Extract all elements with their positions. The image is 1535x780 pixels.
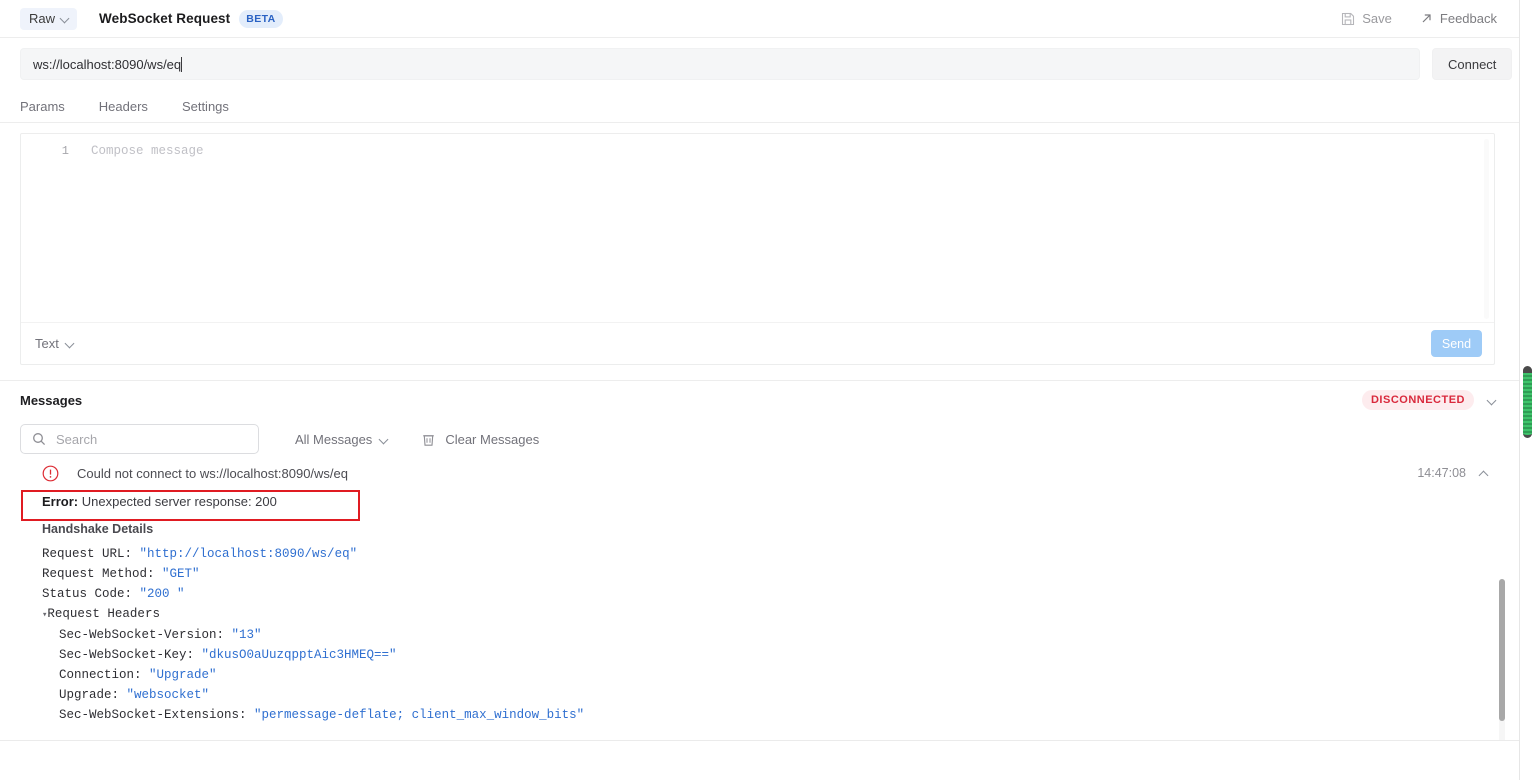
- tab-settings[interactable]: Settings: [182, 99, 229, 114]
- field-value: "200 ": [139, 587, 185, 601]
- field-key: Request URL:: [42, 547, 140, 561]
- message-entry-detail: Error: Unexpected server response: 200 H…: [0, 487, 1519, 725]
- messages-toolbar: Search All Messages Clear Messages: [0, 419, 1519, 459]
- save-button[interactable]: Save: [1341, 11, 1392, 26]
- message-filter-label: All Messages: [295, 431, 373, 447]
- save-label: Save: [1362, 11, 1392, 26]
- trash-icon: [421, 432, 436, 447]
- clear-messages-button[interactable]: Clear Messages: [421, 432, 539, 447]
- connect-button[interactable]: Connect: [1432, 48, 1513, 80]
- header-value: "13": [231, 628, 262, 642]
- header-key: Sec-WebSocket-Key:: [59, 648, 202, 662]
- text-caret: [181, 56, 183, 72]
- magnifier-icon: [32, 432, 46, 446]
- tab-headers-label: Headers: [98, 98, 148, 114]
- top-bar-actions: Save Feedback: [1341, 11, 1519, 26]
- beta-badge: BETA: [239, 9, 283, 28]
- tab-params[interactable]: Params: [20, 99, 65, 114]
- error-text: Unexpected server response: 200: [81, 494, 277, 509]
- websocket-url-input[interactable]: ws://localhost:8090/ws/eq: [20, 48, 1420, 80]
- floppy-disk-icon: [1341, 12, 1355, 26]
- messages-header: Messages DISCONNECTED: [0, 381, 1519, 419]
- compose-message-input[interactable]: Compose message: [69, 134, 1494, 324]
- chevron-down-icon: [380, 435, 389, 444]
- search-placeholder: Search: [56, 431, 98, 447]
- messages-scrollbar[interactable]: [1499, 579, 1505, 740]
- request-header-row: Upgrade: "websocket": [42, 685, 1519, 705]
- error-line: Error: Unexpected server response: 200: [42, 487, 1519, 515]
- exclamation-circle-icon: [42, 465, 59, 487]
- feedback-label: Feedback: [1439, 11, 1497, 26]
- composer-scrollbar[interactable]: [1484, 139, 1489, 319]
- header-key: Sec-WebSocket-Extensions:: [59, 708, 255, 722]
- top-bar: Raw WebSocket Request BETA Save Feedback: [0, 0, 1519, 38]
- messages-panel: Messages DISCONNECTED Search All Message…: [0, 380, 1519, 740]
- messages-list: Could not connect to ws://localhost:8090…: [0, 459, 1519, 740]
- url-row: ws://localhost:8090/ws/eq Connect: [0, 38, 1519, 90]
- field-value: "GET": [162, 567, 200, 581]
- request-tabs: Params Headers Settings: [0, 90, 1519, 123]
- message-format-select[interactable]: Text: [35, 336, 75, 351]
- collapse-messages-chevron-icon[interactable]: [1488, 396, 1497, 405]
- request-header-row: Sec-WebSocket-Extensions: "permessage-de…: [42, 705, 1519, 725]
- composer-editor[interactable]: 1 Compose message: [21, 134, 1494, 324]
- message-entry-summary: Could not connect to ws://localhost:8090…: [77, 465, 348, 481]
- messages-title: Messages: [20, 392, 83, 408]
- handshake-field: Request Method: "GET": [42, 564, 1519, 584]
- request-header-row: Sec-WebSocket-Version: "13": [42, 625, 1519, 645]
- send-button[interactable]: Send: [1431, 330, 1482, 357]
- tab-params-label: Params: [20, 98, 65, 114]
- page-scrollbar-thumb[interactable]: [1523, 366, 1532, 438]
- header-key: Upgrade:: [59, 688, 127, 702]
- field-key: Request Method:: [42, 567, 163, 581]
- chevron-down-icon: [61, 14, 70, 23]
- handshake-field: Status Code: "200 ": [42, 584, 1519, 604]
- request-header-row: Sec-WebSocket-Key: "dkusO0aUuzqpptAic3HM…: [42, 645, 1519, 665]
- header-value: "permessage-deflate; client_max_window_b…: [254, 708, 585, 722]
- page-title: WebSocket Request: [99, 11, 231, 26]
- feedback-button[interactable]: Feedback: [1420, 11, 1497, 26]
- search-input[interactable]: Search: [20, 424, 259, 454]
- messages-scrollbar-thumb[interactable]: [1499, 579, 1505, 721]
- body-mode-label: Raw: [29, 11, 56, 26]
- handshake-details-title: Handshake Details: [42, 522, 154, 536]
- header-key: Connection:: [59, 668, 150, 682]
- field-key: Status Code:: [42, 587, 140, 601]
- clipped-header-row: Host: "localhost:8090": [42, 726, 442, 734]
- message-composer: 1 Compose message Text Send: [20, 133, 1495, 365]
- clear-messages-label: Clear Messages: [445, 431, 540, 447]
- status-badge: DISCONNECTED: [1361, 390, 1474, 410]
- editor-line-number: 1: [61, 144, 69, 158]
- messages-header-actions: DISCONNECTED: [1361, 390, 1519, 410]
- handshake-field: Request URL: "http://localhost:8090/ws/e…: [42, 544, 1519, 564]
- websocket-request-app: Raw WebSocket Request BETA Save Feedback…: [0, 0, 1519, 780]
- message-entry-header[interactable]: Could not connect to ws://localhost:8090…: [0, 459, 1519, 487]
- websocket-url-value: ws://localhost:8090/ws/eq: [33, 56, 182, 72]
- panel-bottom-edge: [0, 740, 1519, 780]
- request-headers-label: Request Headers: [47, 607, 160, 621]
- message-filter-select[interactable]: All Messages: [295, 432, 389, 447]
- send-label: Send: [1441, 336, 1472, 351]
- tab-settings-label: Settings: [181, 98, 229, 114]
- tab-headers[interactable]: Headers: [99, 99, 148, 114]
- error-label: Error:: [42, 494, 79, 509]
- message-format-label: Text: [35, 336, 59, 351]
- header-value: "dkusO0aUuzqpptAic3HMEQ==": [201, 648, 397, 662]
- message-timestamp: 14:47:08: [1417, 466, 1466, 480]
- collapse-entry-chevron-icon[interactable]: [1480, 469, 1489, 478]
- header-key: Sec-WebSocket-Version:: [59, 628, 232, 642]
- body-mode-select[interactable]: Raw: [20, 7, 78, 30]
- chevron-down-icon: [66, 339, 75, 348]
- composer-footer: Text Send: [21, 322, 1494, 364]
- header-value: "Upgrade": [149, 668, 217, 682]
- message-entry-meta: 14:47:08: [1417, 459, 1489, 487]
- arrow-up-right-icon: [1420, 12, 1433, 25]
- request-headers-group-toggle[interactable]: ▾Request Headers: [42, 604, 1519, 625]
- request-header-row: Connection: "Upgrade": [42, 665, 1519, 685]
- field-value: "http://localhost:8090/ws/eq": [139, 547, 358, 561]
- header-value: "websocket": [126, 688, 210, 702]
- connect-label: Connect: [1448, 56, 1497, 72]
